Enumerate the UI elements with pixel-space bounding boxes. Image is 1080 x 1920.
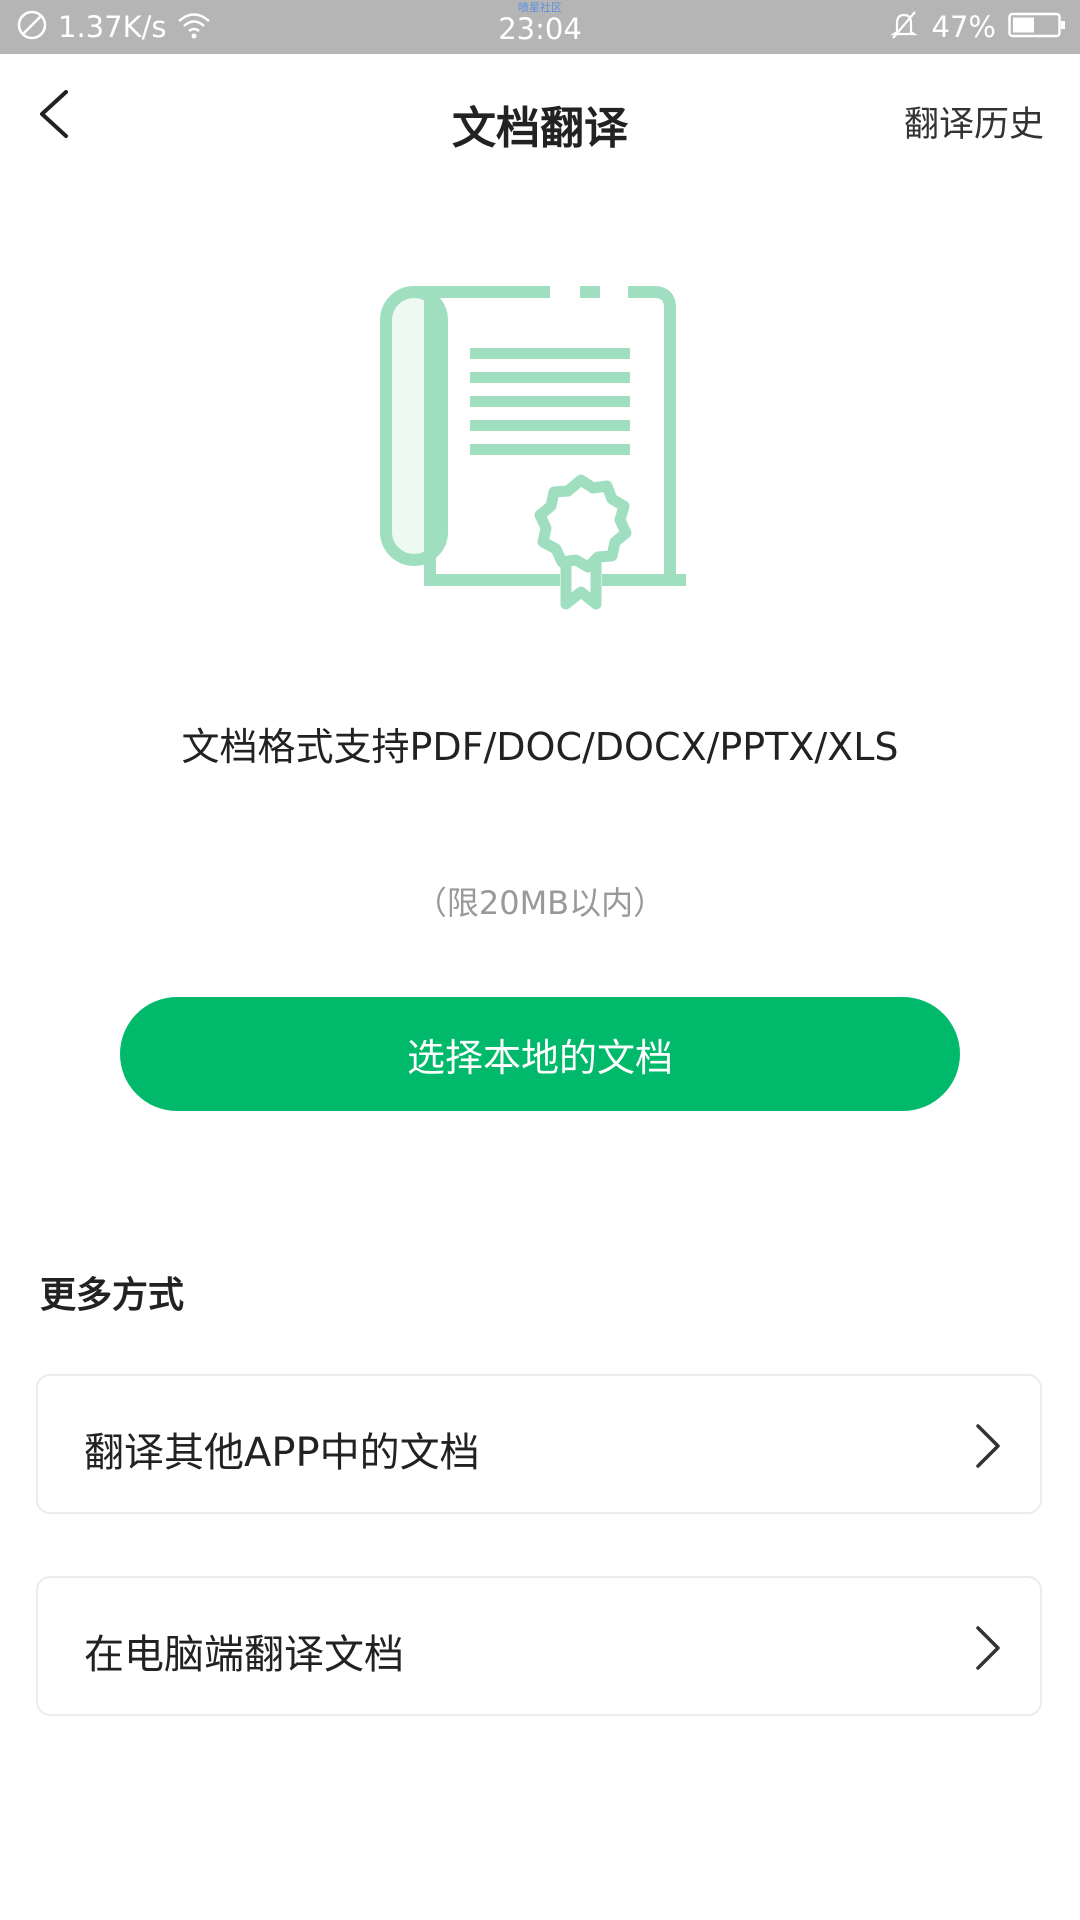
status-bar: 1.37K/s 喷星社区 23:04 47% <box>0 0 1080 54</box>
translate-on-computer-option[interactable]: 在电脑端翻译文档 <box>36 1576 1042 1716</box>
translation-history-link[interactable]: 翻译历史 <box>904 96 1044 147</box>
document-certificate-icon <box>380 280 700 620</box>
battery-icon <box>1008 11 1066 43</box>
chevron-right-icon <box>976 1626 1000 1670</box>
supported-formats-text: 文档格式支持PDF/DOC/DOCX/PPTX/XLS <box>181 725 899 769</box>
battery-percent: 47% <box>931 10 996 44</box>
translate-other-app-document-option[interactable]: 翻译其他APP中的文档 <box>36 1374 1042 1514</box>
option-label: 在电脑端翻译文档 <box>84 1632 404 1678</box>
size-limit-text: （限20MB以内） <box>414 884 666 922</box>
chevron-right-icon <box>976 1424 1000 1468</box>
status-right: 47% <box>888 0 1066 54</box>
bell-muted-icon <box>888 9 920 45</box>
more-options-title: 更多方式 <box>40 1275 185 1316</box>
select-local-document-button[interactable]: 选择本地的文档 <box>120 997 960 1111</box>
option-label: 翻译其他APP中的文档 <box>84 1430 480 1476</box>
top-bar: 文档翻译 翻译历史 <box>0 54 1080 182</box>
